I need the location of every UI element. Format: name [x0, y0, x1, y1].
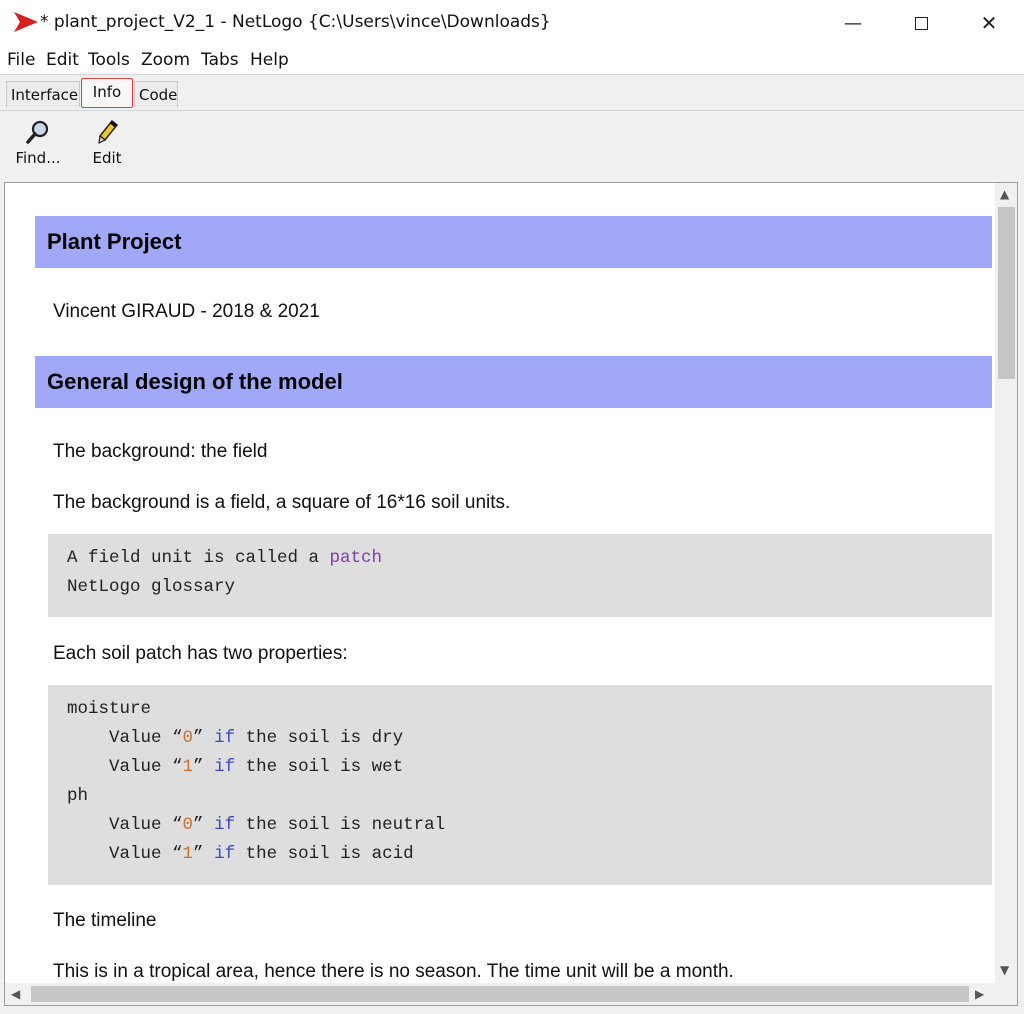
horizontal-scroll-thumb[interactable] [31, 986, 969, 1002]
code-text: ” [193, 757, 215, 777]
menu-tabs[interactable]: Tabs [201, 50, 239, 70]
horizontal-scrollbar[interactable]: ◀ ▶ [5, 983, 995, 1005]
vertical-scroll-thumb[interactable] [998, 207, 1015, 379]
code-line: Value “0” if the soil is neutral [67, 815, 992, 844]
tab-strip: Interface Code Info [0, 74, 1024, 111]
paragraph-timeline-title: The timeline [53, 910, 157, 931]
edit-button[interactable]: Edit [84, 119, 130, 167]
menu-bar: File Edit Tools Zoom Tabs Help [0, 46, 1024, 74]
code-text: Value “ [67, 815, 183, 835]
code-number: 0 [182, 815, 194, 835]
window-title: * plant_project_V2_1 - NetLogo {C:\Users… [40, 12, 551, 32]
maximize-icon [914, 16, 928, 30]
vertical-scrollbar[interactable]: ▲ ▼ [995, 183, 1017, 983]
code-text: A field unit is called a [67, 548, 330, 568]
code-text: the soil is wet [235, 757, 404, 777]
info-document: Plant Project Vincent GIRAUD - 2018 & 20… [5, 183, 995, 983]
menu-help[interactable]: Help [250, 50, 289, 70]
author-line: Vincent GIRAUD - 2018 & 2021 [53, 301, 320, 322]
tab-info[interactable]: Info [81, 78, 133, 108]
info-panel: Plant Project Vincent GIRAUD - 2018 & 20… [4, 182, 1018, 1006]
code-line: A field unit is called a patch [67, 548, 992, 577]
code-line: ph [67, 786, 89, 806]
code-text: Value “ [67, 728, 183, 748]
code-line: Value “1” if the soil is wet [67, 757, 992, 786]
code-keyword-if: if [214, 757, 236, 777]
code-text: Value “ [67, 757, 183, 777]
close-button[interactable]: ✕ [956, 0, 1022, 46]
code-keyword-if: if [214, 844, 236, 864]
tab-interface[interactable]: Interface [6, 81, 80, 107]
close-icon: ✕ [980, 11, 998, 35]
code-number: 1 [182, 757, 194, 777]
code-text: ” [193, 844, 215, 864]
code-line: moisture [67, 699, 152, 719]
find-button[interactable]: Find... [12, 119, 64, 167]
maximize-button[interactable] [888, 0, 954, 46]
title-bar: * plant_project_V2_1 - NetLogo {C:\Users… [0, 0, 1024, 46]
menu-zoom[interactable]: Zoom [141, 50, 190, 70]
magnifier-icon [26, 120, 49, 144]
paragraph-timeline-desc: This is in a tropical area, hence there … [53, 961, 734, 982]
scroll-corner [995, 983, 1017, 1005]
scroll-right-icon[interactable]: ▶ [975, 987, 984, 1001]
code-line: Value “0” if the soil is dry [67, 728, 992, 757]
netlogo-logo-icon [14, 12, 38, 32]
code-number: 1 [182, 844, 194, 864]
code-keyword-patch: patch [329, 548, 383, 568]
code-text: ” [193, 728, 215, 748]
paragraph-properties: Each soil patch has two properties: [53, 643, 348, 664]
code-line: Value “1” if the soil is acid [67, 844, 992, 873]
code-keyword-if: if [214, 815, 236, 835]
code-number: 0 [182, 728, 194, 748]
paragraph-background-desc: The background is a field, a square of 1… [53, 492, 511, 513]
menu-edit[interactable]: Edit [46, 50, 79, 70]
menu-file[interactable]: File [7, 50, 35, 70]
code-text: the soil is acid [235, 844, 414, 864]
code-line: NetLogo glossary [67, 577, 236, 597]
menu-tools[interactable]: Tools [88, 50, 130, 70]
scroll-up-icon[interactable]: ▲ [1000, 187, 1009, 201]
code-text: Value “ [67, 844, 183, 864]
find-label: Find... [15, 149, 61, 167]
minimize-button[interactable]: — [820, 0, 886, 46]
heading-general-design: General design of the model [35, 356, 992, 408]
paragraph-background-title: The background: the field [53, 441, 268, 462]
code-text: ” [193, 815, 215, 835]
heading-plant-project: Plant Project [35, 216, 992, 268]
toolbar: Find... Edit [0, 110, 1024, 183]
tab-code[interactable]: Code [134, 81, 178, 107]
code-text: the soil is neutral [235, 815, 446, 835]
scroll-down-icon[interactable]: ▼ [1000, 963, 1009, 977]
edit-label: Edit [92, 149, 122, 167]
pencil-icon [98, 119, 119, 145]
scroll-left-icon[interactable]: ◀ [11, 987, 20, 1001]
code-block-properties: moisture Value “0” if the soil is dry Va… [48, 685, 992, 885]
minimize-icon: — [844, 12, 862, 34]
code-block-patch: A field unit is called a patch NetLogo g… [48, 534, 992, 617]
code-keyword-if: if [214, 728, 236, 748]
code-text: the soil is dry [235, 728, 404, 748]
